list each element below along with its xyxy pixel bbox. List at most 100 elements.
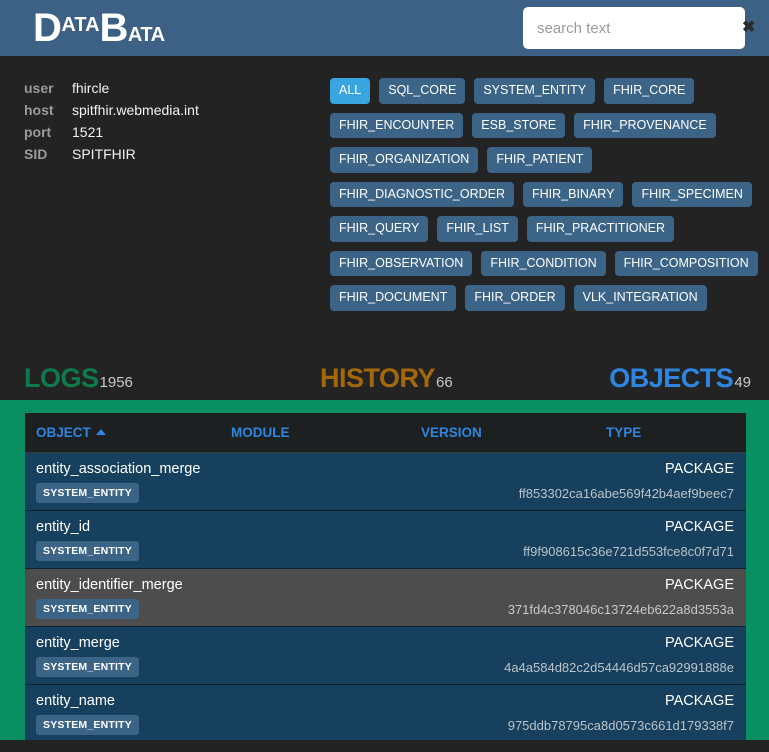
stat-objects[interactable]: OBJECTS49 [609, 363, 751, 394]
logo-letter-d: D [33, 6, 62, 50]
table-row[interactable]: entity_merge PACKAGE SYSTEM_ENTITY 4a4a584d… [25, 627, 746, 685]
connection-info: user fhircle host spitfhir.webmedia.int … [0, 78, 330, 352]
connection-row-user: user fhircle [24, 78, 330, 99]
connection-value-sid: SPITFHIR [72, 146, 136, 162]
module-badge[interactable]: SYSTEM_ENTITY [36, 483, 139, 503]
connection-value-user: fhircle [72, 80, 110, 96]
tag-vlk-integration[interactable]: VLK_INTEGRATION [573, 285, 707, 311]
stat-history-count: 66 [436, 374, 453, 391]
tag-fhir-query[interactable]: FHIR_QUERY [330, 216, 429, 242]
object-version-hash: ff853302ca16abe569f42b4aef9beec7 [518, 485, 734, 501]
logo-sup-data: ATA [61, 14, 100, 36]
app-logo: DATABATA [33, 8, 165, 48]
object-type: PACKAGE [664, 461, 734, 477]
module-badge[interactable]: SYSTEM_ENTITY [36, 657, 139, 677]
stat-logs-count: 1956 [99, 374, 133, 391]
table-row-bottom: SYSTEM_ENTITY 975ddb78795ca8d0573c661d179… [36, 715, 735, 735]
tag-fhir-condition[interactable]: FHIR_CONDITION [481, 250, 606, 276]
table-body: entity_association_merge PACKAGE SYSTEM_EN… [25, 453, 746, 740]
table-row[interactable]: entity_id PACKAGE SYSTEM_ENTITY ff9f908615c… [25, 511, 746, 569]
tag-fhir-composition[interactable]: FHIR_COMPOSITION [614, 250, 758, 276]
stat-objects-label: OBJECTS [609, 363, 734, 393]
tag-esb-store[interactable]: ESB_STORE [472, 112, 566, 138]
objects-panel: OBJECT MODULE VERSION TYPE entity_associ… [0, 400, 769, 740]
object-name: entity_association_merge [36, 461, 201, 477]
object-type: PACKAGE [664, 577, 734, 593]
table-row[interactable]: entity_association_merge PACKAGE SYSTEM_EN… [25, 453, 746, 511]
object-name: entity_name [36, 693, 115, 709]
table-row-bottom: SYSTEM_ENTITY ff9f908615c36e721d553fce8c0… [36, 541, 735, 561]
tag-fhir-organization[interactable]: FHIR_ORGANIZATION [330, 147, 479, 173]
search-input[interactable] [537, 19, 736, 37]
caret-up-icon [95, 429, 106, 435]
tag-fhir-observation[interactable]: FHIR_OBSERVATION [330, 250, 473, 276]
stats-bar: LOGS1956 HISTORY66 OBJECTS49 [0, 352, 769, 400]
table-row-top: entity_merge PACKAGE [36, 635, 735, 651]
app-header: DATABATA ✖ [0, 0, 769, 56]
object-name: entity_identifier_merge [36, 577, 183, 593]
table-row-bottom: SYSTEM_ENTITY 4a4a584d82c2d54446d57ca9299… [36, 657, 735, 677]
logo-sup-bata: ATA [127, 24, 165, 46]
connection-value-port: 1521 [72, 124, 104, 140]
search-box[interactable]: ✖ [523, 7, 755, 49]
stat-logs[interactable]: LOGS1956 [24, 363, 133, 394]
connection-row-host: host spitfhir.webmedia.int [24, 100, 330, 121]
tag-sql-core[interactable]: SQL_CORE [379, 78, 466, 104]
object-name: entity_merge [36, 635, 120, 651]
table-row-top: entity_association_merge PACKAGE [36, 461, 735, 477]
stat-history[interactable]: HISTORY66 [320, 363, 453, 394]
object-version-hash: ff9f908615c36e721d553fce8c0f7d71 [523, 543, 734, 559]
tag-filter-list: ALL SQL_CORE SYSTEM_ENTITY FHIR_CORE FHIR_EN… [330, 78, 769, 352]
connection-value-host: spitfhir.webmedia.int [72, 102, 199, 118]
tag-fhir-core[interactable]: FHIR_CORE [604, 78, 695, 104]
info-and-tags-section: user fhircle host spitfhir.webmedia.int … [0, 56, 769, 352]
column-header-object[interactable]: OBJECT [36, 425, 231, 440]
tag-fhir-provenance[interactable]: FHIR_PROVENANCE [574, 112, 716, 138]
table-row-top: entity_name PACKAGE [36, 693, 735, 709]
tag-fhir-patient[interactable]: FHIR_PATIENT [487, 147, 593, 173]
object-version-hash: 371fd4c378046c13724eb622a8d3553a [507, 601, 734, 617]
tag-fhir-document[interactable]: FHIR_DOCUMENT [330, 285, 457, 311]
column-header-object-label: OBJECT [36, 425, 91, 440]
object-version-hash: 4a4a584d82c2d54446d57ca92991888e [504, 659, 734, 675]
tag-fhir-diagnostic-order[interactable]: FHIR_DIAGNOSTIC_ORDER [330, 181, 514, 207]
object-type: PACKAGE [664, 519, 734, 535]
table-row-top: entity_identifier_merge PACKAGE [36, 577, 735, 593]
stat-logs-label: LOGS [24, 363, 99, 393]
table-row-top: entity_id PACKAGE [36, 519, 735, 535]
stat-history-label: HISTORY [320, 363, 436, 393]
module-badge[interactable]: SYSTEM_ENTITY [36, 715, 139, 735]
object-type: PACKAGE [664, 693, 734, 709]
table-header-row: OBJECT MODULE VERSION TYPE [25, 413, 746, 453]
connection-label-sid: SID [24, 146, 48, 162]
column-header-type[interactable]: TYPE [606, 425, 736, 440]
connection-label-host: host [24, 102, 54, 118]
object-type: PACKAGE [664, 635, 734, 651]
connection-label-user: user [24, 80, 54, 96]
tag-fhir-practitioner[interactable]: FHIR_PRACTITIONER [526, 216, 675, 242]
connection-row-sid: SID SPITFHIR [24, 144, 330, 165]
object-version-hash: 975ddb78795ca8d0573c661d179338f7 [507, 717, 734, 733]
module-badge[interactable]: SYSTEM_ENTITY [36, 541, 139, 561]
module-badge[interactable]: SYSTEM_ENTITY [36, 599, 139, 619]
tag-fhir-binary[interactable]: FHIR_BINARY [523, 181, 624, 207]
column-header-module[interactable]: MODULE [231, 425, 421, 440]
object-name: entity_id [36, 519, 91, 535]
column-header-version[interactable]: VERSION [421, 425, 606, 440]
table-row-bottom: SYSTEM_ENTITY ff853302ca16abe569f42b4aef9… [36, 483, 735, 503]
stat-objects-count: 49 [734, 374, 751, 391]
table-row[interactable]: entity_name PACKAGE SYSTEM_ENTITY 975ddb787… [25, 685, 746, 740]
table-row[interactable]: entity_identifier_merge PACKAGE SYSTEM_ENT… [25, 569, 746, 627]
close-x-icon[interactable]: ✖ [736, 20, 755, 36]
tag-all[interactable]: ALL [330, 78, 371, 104]
connection-label-port: port [24, 124, 52, 140]
table-row-bottom: SYSTEM_ENTITY 371fd4c378046c13724eb622a8d… [36, 599, 735, 619]
objects-table: OBJECT MODULE VERSION TYPE entity_associ… [25, 413, 746, 740]
connection-row-port: port 1521 [24, 122, 330, 143]
tag-fhir-encounter[interactable]: FHIR_ENCOUNTER [330, 112, 464, 138]
tag-fhir-list[interactable]: FHIR_LIST [437, 216, 518, 242]
tag-system-entity[interactable]: SYSTEM_ENTITY [474, 78, 596, 104]
logo-letter-b: B [99, 6, 129, 50]
tag-fhir-specimen[interactable]: FHIR_SPECIMEN [632, 181, 752, 207]
tag-fhir-order[interactable]: FHIR_ORDER [465, 285, 565, 311]
